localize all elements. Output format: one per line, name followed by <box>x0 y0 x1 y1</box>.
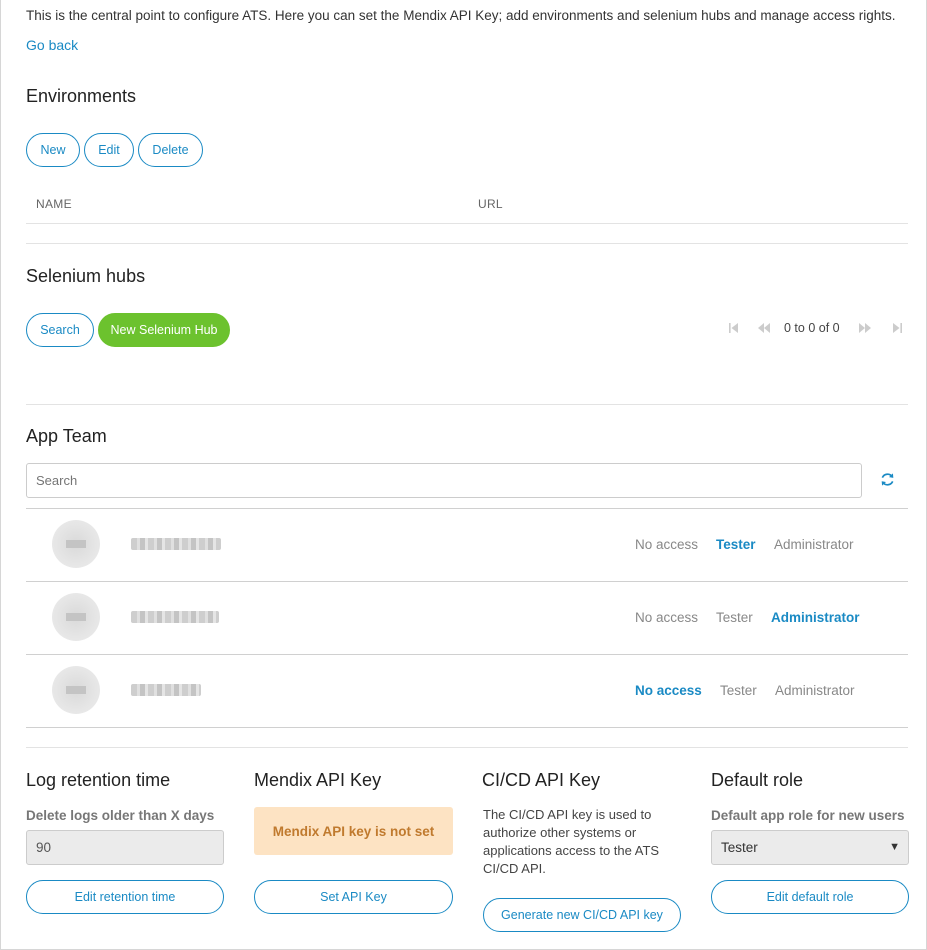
last-page-icon[interactable] <box>889 322 903 334</box>
prev-page-icon[interactable] <box>757 322 771 334</box>
role-tester[interactable]: Tester <box>720 683 757 698</box>
role-administrator[interactable]: Administrator <box>775 683 855 698</box>
log-retention-title: Log retention time <box>26 770 171 790</box>
section-divider <box>26 747 908 748</box>
user-name-blurred <box>131 538 221 550</box>
selenium-hubs-title: Selenium hubs <box>26 266 146 286</box>
app-team-title: App Team <box>26 426 107 446</box>
new-selenium-hub-button[interactable]: New Selenium Hub <box>98 313 230 347</box>
search-selenium-button[interactable]: Search <box>26 313 94 347</box>
list-divider <box>26 727 908 728</box>
role-tester[interactable]: Tester <box>716 610 753 625</box>
default-role-label: Default app role for new users <box>711 808 905 823</box>
edit-default-role-button[interactable]: Edit default role <box>711 880 909 914</box>
caret-down-icon: ▼ <box>889 841 900 853</box>
avatar <box>52 520 100 568</box>
role-tester[interactable]: Tester <box>716 537 756 552</box>
role-administrator[interactable]: Administrator <box>771 610 860 625</box>
list-divider <box>26 581 908 582</box>
column-header-name[interactable]: NAME <box>36 197 72 211</box>
pagination-status: 0 to 0 of 0 <box>784 321 840 335</box>
cicd-api-key-title: CI/CD API Key <box>482 770 601 790</box>
log-retention-label: Delete logs older than X days <box>26 808 215 823</box>
team-search-input[interactable] <box>26 463 862 498</box>
cicd-api-key-description: The CI/CD API key is used to authorize o… <box>483 807 660 876</box>
avatar <box>52 593 100 641</box>
new-environment-button[interactable]: New <box>26 133 80 167</box>
section-divider <box>26 404 908 405</box>
go-back-link[interactable]: Go back <box>26 37 78 53</box>
default-role-title: Default role <box>711 770 804 790</box>
default-role-selected-value: Tester <box>721 840 758 855</box>
column-header-url[interactable]: URL <box>478 197 503 211</box>
section-divider <box>26 243 908 244</box>
role-administrator[interactable]: Administrator <box>774 537 854 552</box>
role-no-access[interactable]: No access <box>635 610 698 625</box>
edit-retention-time-button[interactable]: Edit retention time <box>26 880 224 914</box>
edit-environment-button[interactable]: Edit <box>84 133 134 167</box>
user-name-blurred <box>131 611 219 623</box>
log-retention-value-field: 90 <box>26 830 224 865</box>
environments-title: Environments <box>26 86 137 106</box>
list-divider <box>26 508 908 509</box>
generate-cicd-api-key-button[interactable]: Generate new CI/CD API key <box>483 898 681 932</box>
first-page-icon[interactable] <box>728 322 742 334</box>
intro-text: This is the central point to configure A… <box>26 8 896 23</box>
refresh-icon[interactable] <box>880 472 895 487</box>
set-api-key-button[interactable]: Set API Key <box>254 880 453 914</box>
list-divider <box>26 654 908 655</box>
api-key-status-warning: Mendix API key is not set <box>254 807 453 855</box>
role-no-access[interactable]: No access <box>635 683 702 698</box>
user-name-blurred <box>131 684 201 696</box>
table-divider <box>26 223 908 224</box>
next-page-icon[interactable] <box>858 322 872 334</box>
delete-environment-button[interactable]: Delete <box>138 133 203 167</box>
avatar <box>52 666 100 714</box>
mendix-api-key-title: Mendix API Key <box>254 770 382 790</box>
default-role-select[interactable]: Tester ▼ <box>711 830 909 865</box>
role-no-access[interactable]: No access <box>635 537 698 552</box>
